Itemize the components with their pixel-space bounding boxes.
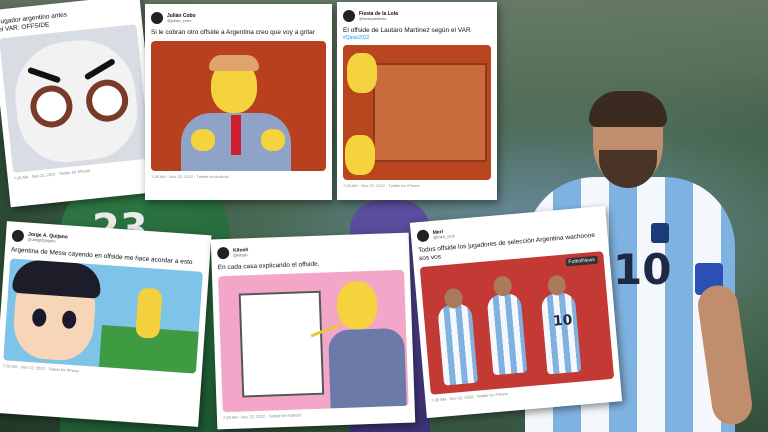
mascot-brow-right xyxy=(83,58,116,81)
laeeb-mascot xyxy=(10,35,142,168)
yellow-hand-bottom xyxy=(345,135,375,176)
fist-right xyxy=(261,129,285,152)
player-figure xyxy=(437,303,479,386)
tweet-footer: 7:28 AM · Nov 22, 2022 · Twitter for And… xyxy=(151,174,229,180)
player-figure xyxy=(540,292,582,375)
tweet-text: Si le cobran otro offside a Argentina cr… xyxy=(151,29,315,36)
tweet-card-fiesta: Fiesta de la Lola @fiestadelalola El off… xyxy=(337,2,497,200)
tie xyxy=(231,115,241,156)
tweet-card-mascot: Jugador argentino antes el VAR: OFFSIDE … xyxy=(0,0,160,208)
xray-paper xyxy=(373,63,487,163)
hashtag-link[interactable]: #Qatar2022 xyxy=(343,35,491,41)
tweet-image-xray xyxy=(343,45,491,181)
handle: @kilosh xyxy=(233,251,248,258)
tweet-card-kilosh: Kilosh @kilosh En cada casa explicando e… xyxy=(210,232,416,430)
tweet-card-jorge: Jorge A. Quijano @JorgeQuijano Argentina… xyxy=(0,221,212,427)
mascot-brow-left xyxy=(27,66,62,84)
background-photo: 23 10 Jugador argentino antes el VAR: OF… xyxy=(0,0,768,432)
lawyer-hair xyxy=(209,55,259,72)
avatar xyxy=(343,10,355,22)
anime-eye-right xyxy=(61,310,77,330)
avatar xyxy=(217,246,230,260)
easel-board xyxy=(238,290,325,398)
tweet-image-burns xyxy=(218,269,409,413)
anime-eye-left xyxy=(31,308,47,328)
tweet-text: El offside de Lautaro Martínez según el … xyxy=(343,27,471,34)
hair xyxy=(589,91,667,127)
mascot-eye-right xyxy=(84,77,131,124)
tweet-image-lawyer xyxy=(151,41,326,172)
shirt-number-10: 10 xyxy=(613,245,672,294)
handle: @julian_cobo xyxy=(167,17,192,23)
anime-jumping-player xyxy=(135,287,163,340)
tweet-footer: 7:28 AM · Nov 22, 2022 · Twitter for iPh… xyxy=(343,183,420,189)
afa-crest xyxy=(651,223,669,243)
avatar xyxy=(11,229,25,243)
player-figure xyxy=(486,292,528,376)
handle: @fiestadelalola xyxy=(359,15,387,21)
yellow-hand-top xyxy=(347,53,377,94)
burns-suit xyxy=(327,327,407,409)
mascot-eye-left xyxy=(28,83,75,130)
source-sticker: FutbolNews xyxy=(565,255,599,267)
handle: @meri_cruz xyxy=(432,232,455,240)
player-number: 10 xyxy=(552,312,574,331)
avatar xyxy=(151,12,163,24)
avatar xyxy=(416,229,430,243)
tweet-card-meri: Meri @meri_cruz Todos offside los jugado… xyxy=(409,205,623,419)
burns-head xyxy=(336,280,378,331)
tweet-image-players: FutbolNews 10 xyxy=(419,251,615,395)
tweet-card-julian: Julián Cobo @julian_cobo Si le cobran ot… xyxy=(145,4,332,200)
anime-hair xyxy=(11,258,103,299)
tweet-image-anime xyxy=(3,258,203,374)
tweet-image-mascot xyxy=(0,24,151,174)
fist-left xyxy=(191,129,215,152)
